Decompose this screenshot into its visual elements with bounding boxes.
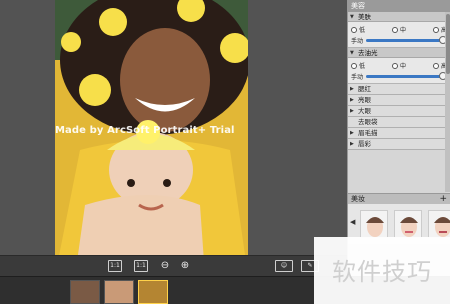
section-bright-eyes[interactable]: 亮眼	[348, 95, 450, 106]
blemish-radio-low[interactable]: 低	[351, 61, 365, 70]
portrait-photo[interactable]: Made by ArcSoft Portrait+ Trial	[55, 0, 248, 276]
smooth-slider[interactable]	[366, 35, 447, 44]
section-eyebrows[interactable]: 眉毛描	[348, 128, 450, 139]
smooth-radio-mid[interactable]: 中	[391, 25, 406, 34]
beauty-presets-header: 美妆 +	[348, 193, 450, 204]
zoom-out-icon[interactable]: ⊖	[158, 259, 172, 273]
section-eye-bags[interactable]: 去眼袋	[348, 117, 450, 128]
face-icon[interactable]: ☺	[275, 260, 293, 272]
filmstrip-thumb-active[interactable]	[138, 280, 168, 304]
blemish-radio-group: 低 中 高	[351, 60, 447, 71]
section-lips[interactable]: 唇彩	[348, 139, 450, 150]
section-blemish-body: 低 中 高 手动	[348, 58, 450, 84]
filmstrip-thumb[interactable]	[70, 280, 100, 304]
smooth-manual-label: 手动	[351, 37, 364, 45]
bottom-toolbar: 1:1 1:1 ⊖ ⊕ ☺ ✎	[0, 255, 347, 276]
brand-overlay-text: 软件技巧	[332, 258, 432, 286]
beauty-panel: 美容 美肤 低 中 高 手动 去油光 低 中 高 手动 腮红 亮眼 大眼 去眼袋…	[347, 0, 450, 276]
blemish-manual-label: 手动	[351, 73, 364, 81]
section-big-eyes[interactable]: 大眼	[348, 106, 450, 117]
preset-left-arrow-icon[interactable]: ◀	[350, 218, 355, 226]
panel-title: 美容	[348, 0, 450, 12]
smooth-radio-group: 低 中 高	[351, 24, 447, 35]
zoom-in-icon[interactable]: ⊕	[178, 259, 192, 273]
trial-watermark: Made by ArcSoft Portrait+ Trial	[55, 125, 235, 136]
preset-face-thumb[interactable]	[428, 210, 450, 238]
image-canvas[interactable]: Made by ArcSoft Portrait+ Trial	[0, 0, 347, 276]
section-smooth-body: 低 中 高 手动	[348, 22, 450, 48]
panel-scrollbar[interactable]	[445, 12, 450, 192]
photo-illustration	[55, 0, 248, 276]
blemish-radio-mid[interactable]: 中	[391, 61, 406, 70]
scrollbar-thumb[interactable]	[446, 14, 450, 74]
fit-screen-button[interactable]: 1:1	[108, 260, 122, 272]
preset-face-thumb[interactable]	[360, 210, 388, 238]
section-blemish[interactable]: 去油光	[348, 48, 450, 58]
beauty-presets-label: 美妆	[351, 195, 365, 203]
section-blush[interactable]: 腮红	[348, 84, 450, 95]
preset-face-thumb[interactable]	[394, 210, 422, 238]
smooth-manual-row: 手动	[351, 35, 447, 45]
blemish-slider[interactable]	[366, 71, 447, 80]
smooth-radio-low[interactable]: 低	[351, 25, 365, 34]
brand-overlay: 软件技巧	[314, 237, 450, 304]
section-smooth[interactable]: 美肤	[348, 12, 450, 22]
blemish-manual-row: 手动	[351, 71, 447, 81]
filmstrip-thumb[interactable]	[104, 280, 134, 304]
actual-size-button[interactable]: 1:1	[134, 260, 148, 272]
